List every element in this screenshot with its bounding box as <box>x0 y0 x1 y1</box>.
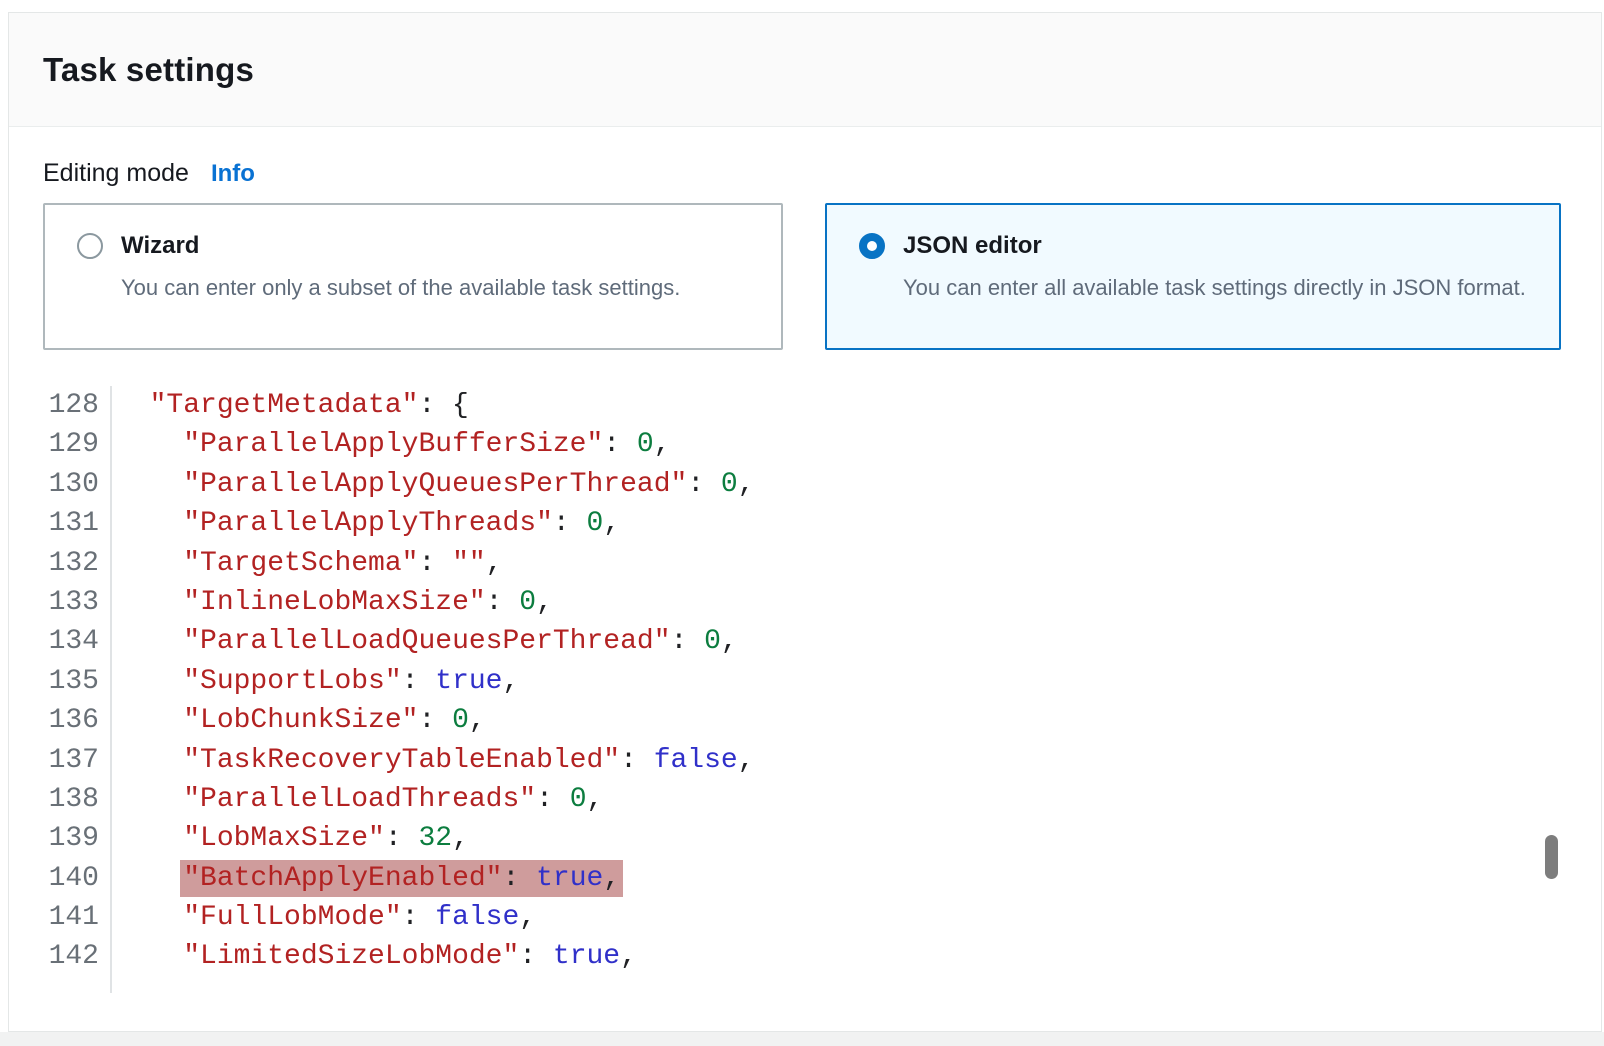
line-number: 141 <box>43 898 112 937</box>
line-number: 140 <box>43 859 112 898</box>
code-line: 135 "SupportLobs": true, <box>43 662 1567 701</box>
card-header: Task settings <box>9 13 1601 127</box>
code-line: 139 "LobMaxSize": 32, <box>43 819 1567 858</box>
task-settings-card: Task settings Editing mode Info Wizard Y… <box>8 12 1602 1032</box>
tile-json-editor[interactable]: JSON editor You can enter all available … <box>825 203 1561 350</box>
info-link[interactable]: Info <box>211 160 255 188</box>
line-number: 135 <box>43 662 112 701</box>
code-line: 133 "InlineLobMaxSize": 0, <box>43 583 1567 622</box>
code-line: 136 "LobChunkSize": 0, <box>43 701 1567 740</box>
line-number: 139 <box>43 819 112 858</box>
tile-wizard-description: You can enter only a subset of the avail… <box>121 270 761 306</box>
code-lines: 128 "TargetMetadata": {129 "ParallelAppl… <box>43 386 1567 977</box>
bottom-strip <box>0 1032 1604 1046</box>
tile-json-top: JSON editor <box>859 232 1539 260</box>
json-editor-radio-icon[interactable] <box>859 233 885 259</box>
line-number: 130 <box>43 465 112 504</box>
page-title: Task settings <box>43 51 254 89</box>
editing-mode-label: Editing mode <box>43 159 189 188</box>
card-body: Editing mode Info Wizard You can enter o… <box>9 159 1601 993</box>
code-line: 138 "ParallelLoadThreads": 0, <box>43 780 1567 819</box>
line-number: 131 <box>43 504 112 543</box>
editing-mode-row: Editing mode Info <box>43 159 1567 188</box>
editing-mode-tiles: Wizard You can enter only a subset of th… <box>43 203 1567 350</box>
line-number: 142 <box>43 937 112 976</box>
page: Task settings Editing mode Info Wizard Y… <box>0 0 1604 1046</box>
wizard-radio-icon[interactable] <box>77 233 103 259</box>
highlighted-code: "BatchApplyEnabled": true, <box>180 860 623 897</box>
code-line: 137 "TaskRecoveryTableEnabled": false, <box>43 741 1567 780</box>
line-number: 138 <box>43 780 112 819</box>
line-number: 134 <box>43 622 112 661</box>
code-line: 142 "LimitedSizeLobMode": true, <box>43 937 1567 976</box>
code-line: 128 "TargetMetadata": { <box>43 386 1567 425</box>
code-line: 129 "ParallelApplyBufferSize": 0, <box>43 425 1567 464</box>
code-line: 134 "ParallelLoadQueuesPerThread": 0, <box>43 622 1567 661</box>
line-number: 136 <box>43 701 112 740</box>
tile-json-label: JSON editor <box>903 232 1042 260</box>
code-line: 140 "BatchApplyEnabled": true, <box>43 859 1567 898</box>
tile-wizard-label: Wizard <box>121 232 199 260</box>
json-code-editor[interactable]: 128 "TargetMetadata": {129 "ParallelAppl… <box>43 386 1567 993</box>
code-line: 141 "FullLobMode": false, <box>43 898 1567 937</box>
gutter-tail <box>43 977 112 993</box>
code-line: 131 "ParallelApplyThreads": 0, <box>43 504 1567 543</box>
line-number: 137 <box>43 741 112 780</box>
tile-wizard-top: Wizard <box>77 232 761 260</box>
code-line: 130 "ParallelApplyQueuesPerThread": 0, <box>43 465 1567 504</box>
line-number: 128 <box>43 386 112 425</box>
tile-wizard[interactable]: Wizard You can enter only a subset of th… <box>43 203 783 350</box>
scrollbar-thumb[interactable] <box>1545 835 1558 879</box>
code-line: 132 "TargetSchema": "", <box>43 544 1567 583</box>
line-number: 132 <box>43 544 112 583</box>
tile-json-description: You can enter all available task setting… <box>903 270 1539 306</box>
line-number: 129 <box>43 425 112 464</box>
line-number: 133 <box>43 583 112 622</box>
